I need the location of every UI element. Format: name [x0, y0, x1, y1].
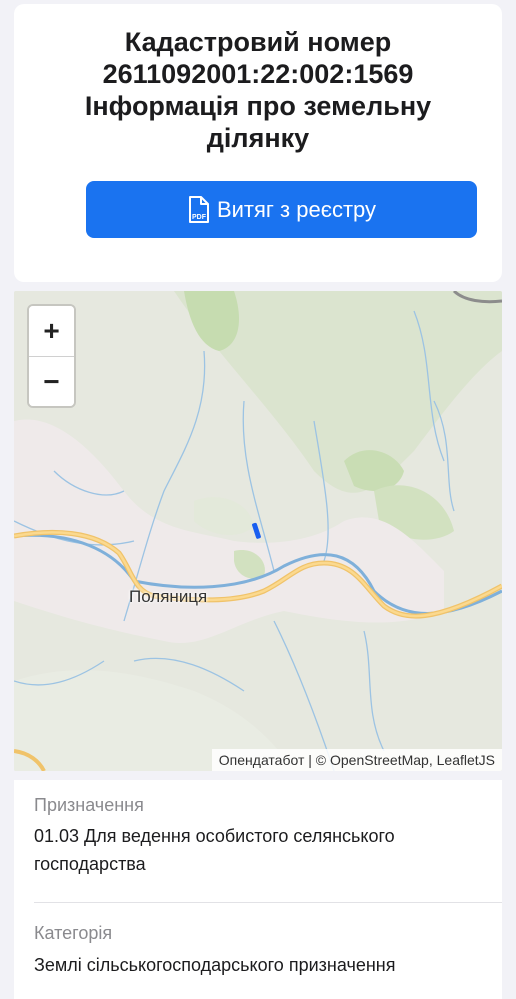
- map-attribution: Опендатабот | © OpenStreetMap, LeafletJS: [211, 749, 502, 771]
- attribution-separator: | ©: [304, 752, 330, 768]
- zoom-in-button[interactable]: +: [29, 306, 74, 356]
- map-place-label: Поляниця: [129, 587, 208, 606]
- parcel-header-card: Кадастровий номер 2611092001:22:002:1569…: [14, 4, 502, 282]
- category-label: Категорія: [34, 923, 113, 943]
- attribution-leaflet-link[interactable]: LeafletJS: [437, 752, 495, 768]
- purpose-value: 01.03 Для ведення особистого селянського…: [34, 826, 395, 874]
- page-title: Кадастровий номер 2611092001:22:002:1569…: [14, 26, 502, 154]
- zoom-out-button[interactable]: −: [29, 356, 74, 406]
- category-value: Землі сільськогосподарського призначення: [34, 955, 396, 975]
- registry-extract-button[interactable]: PDF Витяг з реєстру: [86, 181, 477, 238]
- title-label: Кадастровий номер: [124, 27, 392, 57]
- title-subtitle-line1: Інформація про земельну: [84, 91, 432, 121]
- map-tiles: [14, 291, 502, 771]
- pdf-file-icon: PDF: [187, 195, 211, 224]
- details-divider: [34, 902, 502, 903]
- parcel-details: Призначення 01.03 Для ведення особистого…: [14, 780, 502, 999]
- svg-text:PDF: PDF: [192, 214, 207, 221]
- cadastral-number: 2611092001:22:002:1569: [102, 59, 414, 89]
- title-subtitle-line2: ділянку: [206, 123, 310, 153]
- zoom-control: + −: [27, 304, 76, 408]
- purpose-label: Призначення: [34, 795, 144, 815]
- registry-extract-label: Витяг з реєстру: [216, 196, 377, 222]
- attribution-provider-link[interactable]: Опендатабот: [219, 752, 305, 768]
- parcel-map[interactable]: + − Поляниця Опендатабот | © OpenStreetM…: [14, 291, 502, 771]
- attribution-comma: ,: [428, 752, 437, 768]
- attribution-osm-link[interactable]: OpenStreetMap: [330, 752, 429, 768]
